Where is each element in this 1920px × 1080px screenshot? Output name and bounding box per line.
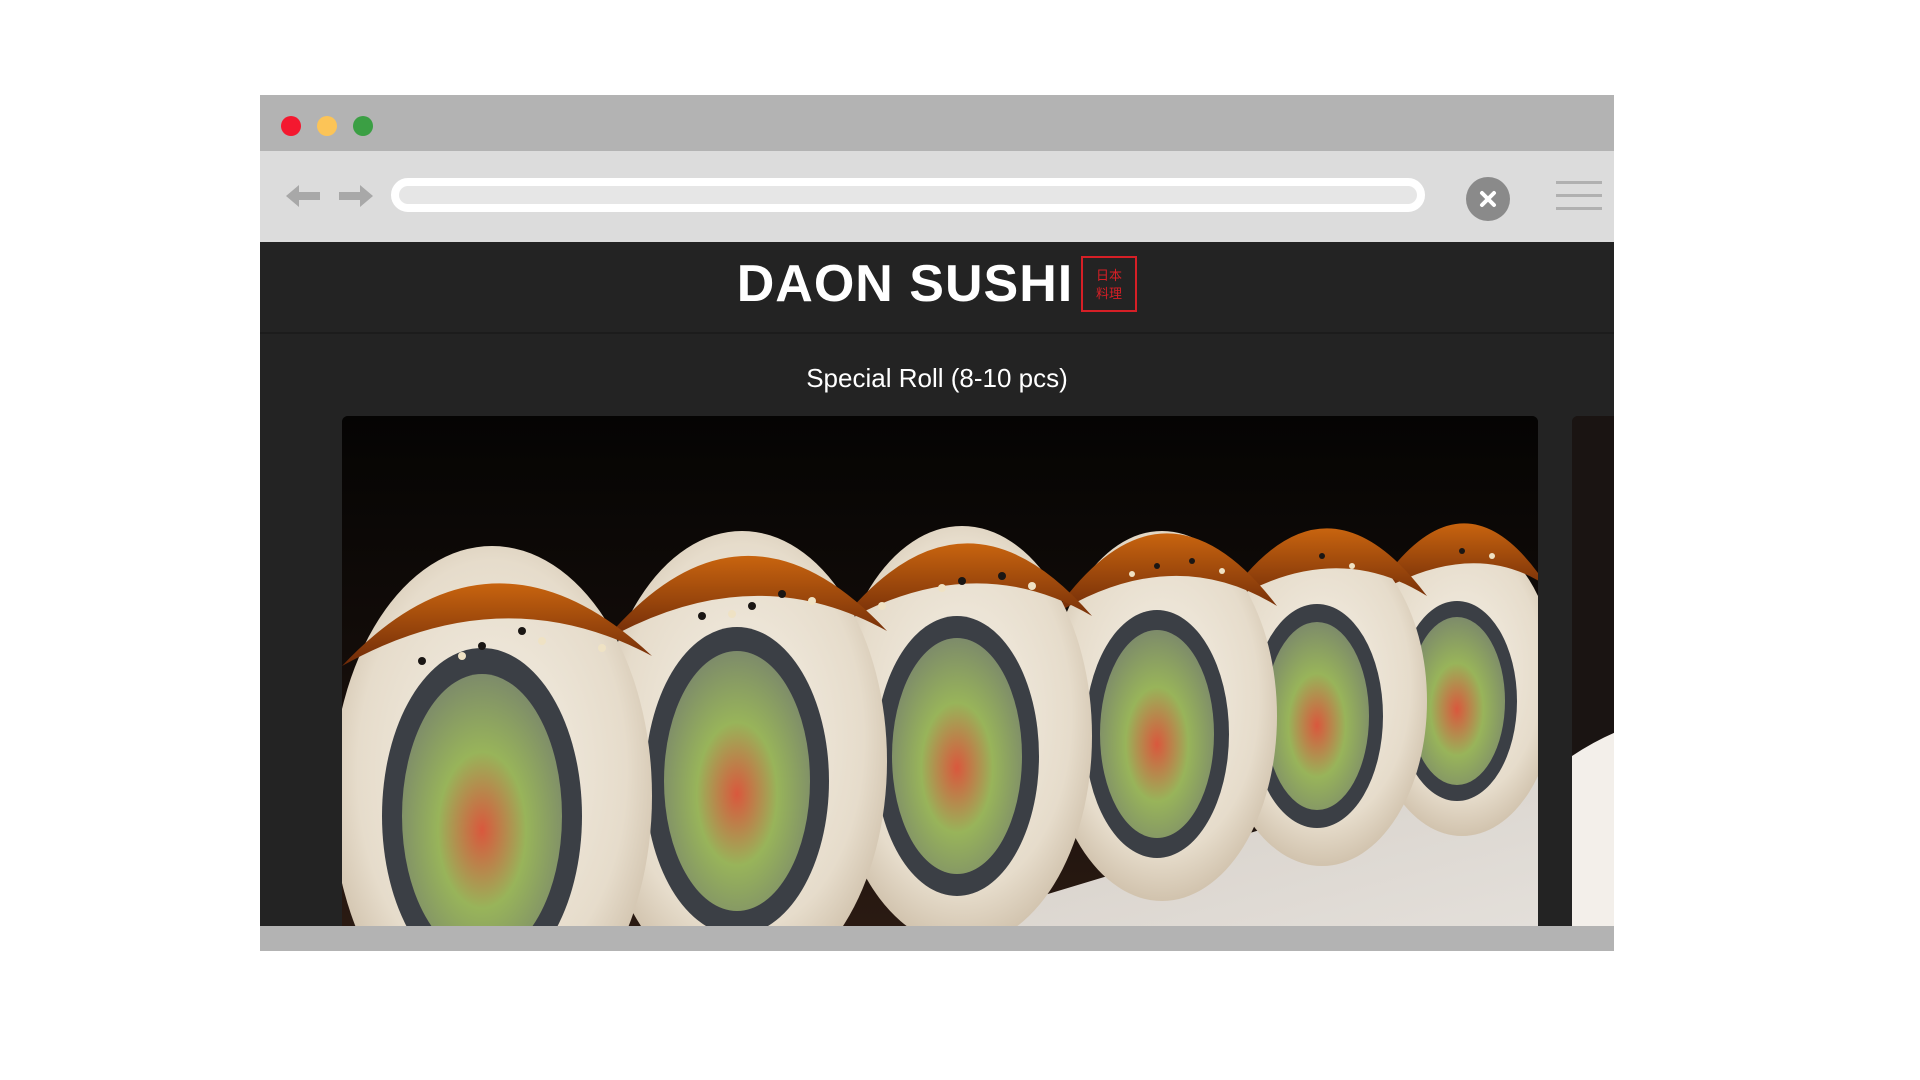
forward-button[interactable] (337, 181, 375, 211)
maximize-window-button[interactable] (353, 116, 373, 136)
menu-button[interactable] (1554, 178, 1604, 214)
brand-seal-icon: 日本 料理 (1081, 256, 1138, 312)
site-header: DAON SUSHI 日本 料理 (260, 242, 1614, 334)
stop-button[interactable] (1466, 177, 1510, 221)
back-button[interactable] (284, 181, 322, 211)
next-menu-photo[interactable] (1572, 416, 1614, 926)
svg-text:料理: 料理 (1096, 287, 1122, 302)
address-bar[interactable] (391, 178, 1425, 212)
brand-logo[interactable]: DAON SUSHI 日本 料理 (260, 254, 1614, 314)
status-bar (260, 926, 1614, 951)
close-icon (1480, 191, 1496, 207)
browser-window: DAON SUSHI 日本 料理 Special Roll (8-10 pcs) (260, 95, 1614, 951)
hamburger-menu-icon (1556, 181, 1602, 210)
svg-text:日本: 日本 (1096, 269, 1122, 284)
sushi-roll-photo[interactable] (342, 416, 1538, 926)
arrow-right-icon (339, 185, 373, 207)
close-window-button[interactable] (281, 116, 301, 136)
title-bar (260, 95, 1614, 151)
menu-section-title: Special Roll (8-10 pcs) (806, 363, 1068, 393)
minimize-window-button[interactable] (317, 116, 337, 136)
arrow-left-icon (286, 185, 320, 207)
url-input[interactable] (399, 186, 1417, 204)
brand-name: DAON SUSHI (736, 255, 1074, 313)
browser-toolbar (260, 151, 1614, 242)
